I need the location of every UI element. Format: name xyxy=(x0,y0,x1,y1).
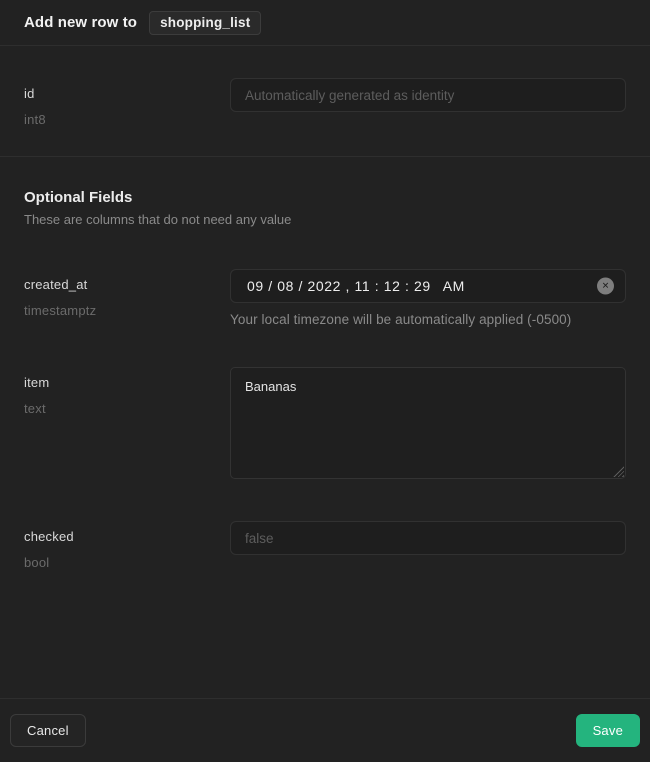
datetime-value[interactable]: 09 / 08 / 2022 , 11 : 12 : 29 xyxy=(247,278,431,294)
field-row-checked: checked bool xyxy=(24,521,626,570)
checked-input[interactable] xyxy=(230,521,626,555)
id-label-group: id int8 xyxy=(24,78,230,127)
created-at-label-group: created_at timestamptz xyxy=(24,269,230,318)
cancel-button[interactable]: Cancel xyxy=(10,714,86,747)
id-field-name: id xyxy=(24,86,230,101)
created-at-field-type: timestamptz xyxy=(24,303,230,318)
checked-label-group: checked bool xyxy=(24,521,230,570)
panel-header: Add new row to shopping_list xyxy=(0,0,650,46)
panel-footer: Cancel Save xyxy=(0,698,650,762)
field-row-id: id int8 xyxy=(24,78,626,127)
field-row-created-at: created_at timestamptz 09 / 08 / 2022 , … xyxy=(24,269,626,327)
id-input[interactable] xyxy=(230,78,626,112)
clear-datetime-icon[interactable]: ✕ xyxy=(597,278,614,295)
checked-field-name: checked xyxy=(24,529,230,544)
field-row-item: item text Bananas xyxy=(24,367,626,479)
id-input-col xyxy=(230,78,626,112)
item-textarea[interactable]: Bananas xyxy=(230,367,626,479)
add-row-panel: Add new row to shopping_list id int8 Opt… xyxy=(0,0,650,762)
table-name-badge: shopping_list xyxy=(149,11,261,35)
timezone-helper-text: Your local timezone will be automaticall… xyxy=(230,312,626,327)
page-title: Add new row to xyxy=(24,14,137,31)
checked-input-col xyxy=(230,521,626,555)
item-label-group: item text xyxy=(24,367,230,416)
checked-field-type: bool xyxy=(24,555,230,570)
datetime-meridiem[interactable]: AM xyxy=(443,278,465,294)
id-field-type: int8 xyxy=(24,112,230,127)
item-field-name: item xyxy=(24,375,230,390)
optional-fields-title: Optional Fields xyxy=(24,189,626,206)
created-at-input-col: 09 / 08 / 2022 , 11 : 12 : 29 AM ✕ Your … xyxy=(230,269,626,327)
optional-fields-subtitle: These are columns that do not need any v… xyxy=(24,212,626,227)
item-input-col: Bananas xyxy=(230,367,626,479)
id-section: id int8 xyxy=(0,46,650,157)
created-at-field-name: created_at xyxy=(24,277,230,292)
item-field-type: text xyxy=(24,401,230,416)
optional-fields-section: Optional Fields These are columns that d… xyxy=(0,157,650,698)
save-button[interactable]: Save xyxy=(576,714,640,747)
created-at-datetime-input[interactable]: 09 / 08 / 2022 , 11 : 12 : 29 AM ✕ xyxy=(230,269,626,303)
